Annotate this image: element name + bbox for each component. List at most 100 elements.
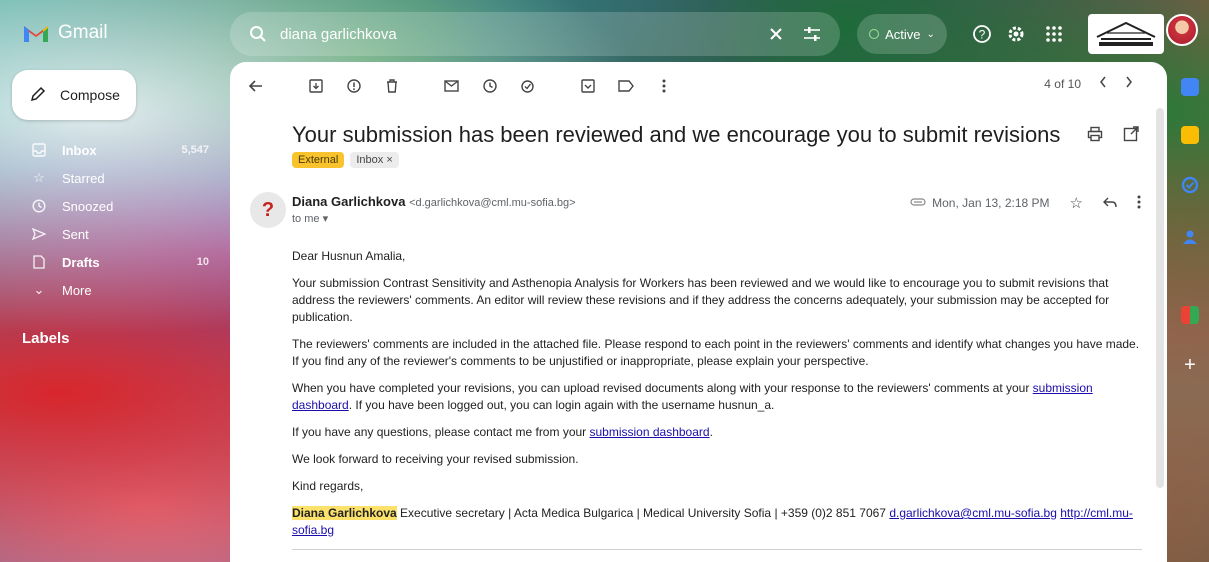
scrollbar[interactable] [1156, 108, 1164, 488]
chevron-down-icon: ⌄ [33, 282, 45, 297]
sidebar-item-snoozed[interactable]: Snoozed [0, 192, 225, 220]
sidebar-item-more[interactable]: ⌄ More [0, 276, 225, 304]
sidebar-item-label: More [62, 282, 92, 298]
avatar[interactable] [1166, 14, 1198, 46]
search-input[interactable]: diana garlichkova [280, 26, 762, 43]
top-bar: Gmail diana garlichkova Active ⌄ ? [0, 0, 1209, 70]
page-counter: 4 of 10 [1044, 76, 1081, 91]
back-arrow-icon[interactable] [244, 74, 268, 98]
star-icon[interactable]: ☆ [1070, 194, 1083, 212]
sender-line: Diana Garlichkova <d.garlichkova@cml.mu-… [292, 194, 576, 209]
star-icon: ☆ [33, 170, 45, 185]
trash-icon[interactable] [380, 74, 404, 98]
gmail-m-icon [24, 26, 48, 42]
mark-unread-icon[interactable] [440, 74, 464, 98]
report-spam-icon[interactable] [342, 74, 366, 98]
label-icon[interactable] [614, 74, 638, 98]
sidebar-item-label: Snoozed [62, 198, 114, 214]
greeting: Dear Husnun Amalia, [292, 249, 406, 263]
compose-label: Compose [60, 87, 120, 103]
sidebar-item-sent[interactable]: Sent [0, 220, 225, 248]
email-subject: Your submission has been reviewed and we… [292, 122, 1061, 147]
email-tags: External Inbox × [292, 152, 399, 168]
contacts-icon[interactable] [1181, 228, 1199, 246]
pagination: 4 of 10 [1044, 76, 1133, 91]
apps-grid-icon[interactable] [1042, 22, 1066, 46]
email-panel: 4 of 10 Your submission has been reviewe… [230, 62, 1167, 562]
chevron-right-icon[interactable] [1125, 76, 1133, 91]
recipient-label: to me [292, 213, 320, 225]
tag-inbox[interactable]: Inbox × [350, 152, 399, 168]
text-span: If you have any questions, please contac… [292, 425, 590, 439]
body-paragraph: If you have any questions, please contac… [292, 424, 1142, 441]
addon-icon[interactable] [1181, 306, 1199, 324]
status-dropdown[interactable]: Active ⌄ [857, 14, 947, 54]
compose-button[interactable]: Compose [12, 70, 136, 120]
submission-dashboard-link[interactable]: submission dashboard [590, 425, 710, 439]
recipient-dropdown[interactable]: to me ▾ [292, 212, 328, 225]
sidebar-nav: Inbox 5,547 ☆ Starred Snoozed Sent Draft… [0, 136, 225, 304]
filter-options-icon[interactable] [798, 20, 826, 48]
more-vert-icon[interactable] [1137, 195, 1141, 212]
email-body: Dear Husnun Amalia, Your submission Cont… [292, 248, 1142, 562]
caret-down-icon: ▾ [322, 213, 329, 225]
sidebar-item-inbox[interactable]: Inbox 5,547 [0, 136, 225, 164]
subject-actions [1087, 126, 1139, 147]
inbox-icon [30, 143, 48, 157]
chevron-left-icon[interactable] [1099, 76, 1107, 91]
sidebar-item-label: Inbox [62, 142, 97, 158]
signature-text: Executive secretary | Acta Medica Bulgar… [396, 506, 890, 520]
labels-heading: Labels [22, 330, 70, 347]
body-paragraph: Kind regards, [292, 479, 364, 493]
sidebar-item-starred[interactable]: ☆ Starred [0, 164, 225, 192]
help-icon[interactable]: ? [970, 22, 994, 46]
email-meta: Mon, Jan 13, 2:18 PM ☆ [910, 194, 1141, 212]
add-icon[interactable]: + [1181, 355, 1199, 375]
tasks-icon[interactable] [1181, 176, 1199, 194]
snooze-clock-icon[interactable] [478, 74, 502, 98]
body-paragraph: The reviewers' comments are included in … [292, 337, 1140, 368]
print-icon[interactable] [1087, 126, 1103, 147]
reviewer-comments-intro: The following comments were received fro… [292, 549, 1142, 562]
clock-icon [30, 199, 48, 213]
sender-email: <d.garlichkova@cml.mu-sofia.bg> [409, 197, 576, 209]
sidebar-item-label: Drafts [62, 254, 100, 270]
signature: Diana Garlichkova Executive secretary | … [292, 505, 1142, 539]
email-toolbar: 4 of 10 [230, 62, 1167, 110]
close-icon[interactable] [762, 20, 790, 48]
sidebar-item-label: Starred [62, 170, 105, 186]
signature-name: Diana Garlichkova [292, 506, 397, 520]
search-bar[interactable]: diana garlichkova [230, 12, 840, 56]
gear-icon[interactable] [1004, 22, 1028, 46]
pencil-icon [30, 86, 46, 105]
add-task-icon[interactable] [516, 74, 540, 98]
open-new-window-icon[interactable] [1123, 126, 1139, 147]
gmail-logo[interactable]: Gmail [22, 22, 108, 44]
text-span: . If you have been logged out, you can l… [348, 398, 775, 412]
sender-name: Diana Garlichkova [292, 194, 406, 209]
chevron-down-icon: ⌄ [926, 28, 935, 40]
move-to-icon[interactable] [576, 74, 600, 98]
svg-text:?: ? [979, 28, 986, 42]
text-span: . [709, 425, 713, 439]
status-label: Active [885, 26, 921, 42]
sidebar-item-drafts[interactable]: Drafts 10 [0, 248, 225, 276]
signature-email-link[interactable]: d.garlichkova@cml.mu-sofia.bg [889, 506, 1057, 520]
status-dot-icon [869, 29, 880, 39]
email-date: Mon, Jan 13, 2:18 PM [932, 196, 1050, 210]
sidebar-item-label: Sent [62, 226, 89, 242]
inbox-count: 5,547 [181, 144, 209, 156]
archive-icon[interactable] [304, 74, 328, 98]
organization-logo[interactable] [1088, 14, 1164, 54]
send-icon [30, 227, 48, 241]
attachment-icon [910, 196, 926, 210]
more-vert-icon[interactable] [652, 74, 676, 98]
keep-icon[interactable] [1181, 126, 1199, 144]
body-paragraph: We look forward to receiving your revise… [292, 452, 579, 466]
search-icon[interactable] [244, 20, 272, 48]
reply-icon[interactable] [1103, 196, 1117, 211]
calendar-icon[interactable] [1181, 78, 1199, 96]
draft-icon [30, 255, 48, 269]
sender-avatar-icon: ? [250, 192, 286, 228]
drafts-count: 10 [196, 256, 209, 268]
